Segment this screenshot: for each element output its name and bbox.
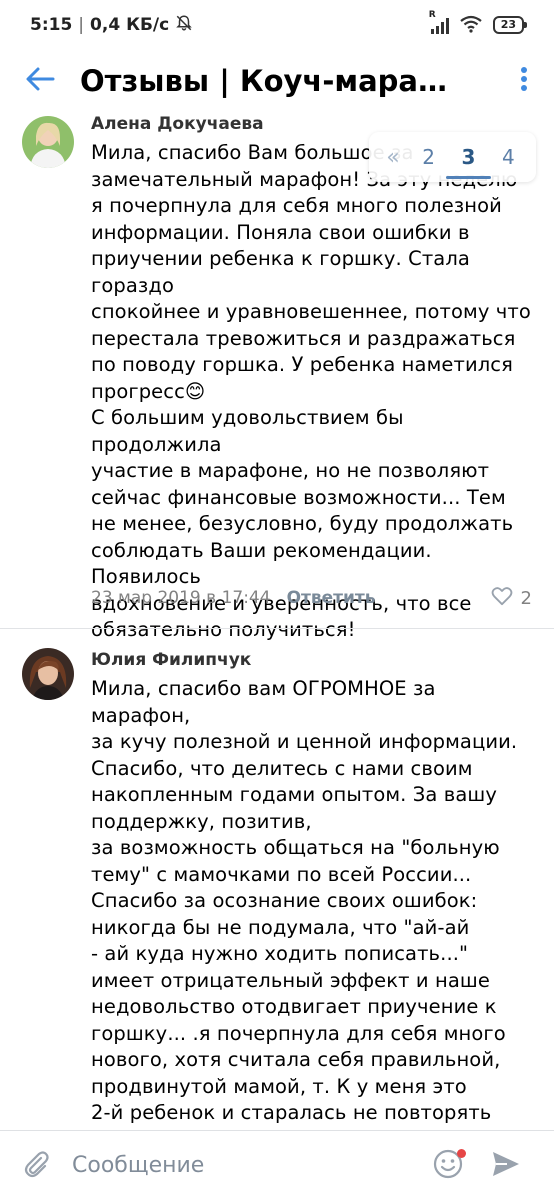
send-icon bbox=[491, 1150, 521, 1182]
page-4-button[interactable]: 4 bbox=[498, 145, 519, 169]
bell-muted-icon bbox=[175, 14, 193, 37]
comment-text: Мила, спасибо Вам большое за замечательн… bbox=[91, 141, 531, 641]
status-separator: | bbox=[78, 15, 85, 35]
heart-icon bbox=[491, 586, 513, 611]
page-2-button[interactable]: 2 bbox=[418, 145, 439, 169]
page-prev-button[interactable]: « bbox=[386, 145, 399, 170]
comment-author[interactable]: Алена Докучаева bbox=[91, 114, 264, 134]
status-time: 5:15 bbox=[30, 15, 73, 35]
send-button[interactable] bbox=[474, 1131, 538, 1200]
message-input-bar bbox=[0, 1130, 554, 1200]
avatar[interactable] bbox=[22, 648, 74, 700]
reply-button[interactable]: Ответить bbox=[287, 588, 376, 608]
avatar[interactable] bbox=[22, 116, 74, 168]
wifi-icon bbox=[459, 15, 483, 36]
comment-date: 23 мар 2019 в 17:44 bbox=[91, 588, 271, 608]
cell-signal-icon: R bbox=[429, 10, 449, 34]
arrow-left-icon bbox=[25, 66, 55, 96]
status-left: 5:15 | 0,4 КБ/с bbox=[30, 14, 193, 37]
comment-divider bbox=[0, 628, 554, 629]
page-title: Отзывы | Коуч-марафо... bbox=[80, 64, 475, 98]
emoji-button[interactable] bbox=[422, 1131, 474, 1200]
header: Отзывы | Коуч-марафо... bbox=[0, 50, 554, 112]
like-count: 2 bbox=[520, 588, 532, 609]
comment-item: Юлия Филипчук Мила, спасибо вам ОГРОМНОЕ… bbox=[0, 630, 554, 1130]
like-button[interactable]: 2 bbox=[491, 586, 532, 611]
more-menu-button[interactable] bbox=[494, 50, 554, 112]
comment-author[interactable]: Юлия Филипчук bbox=[91, 650, 251, 670]
battery-level: 23 bbox=[500, 18, 516, 31]
comment-item: Алена Докучаева Мила, спасибо Вам большо… bbox=[0, 112, 554, 641]
notification-dot bbox=[457, 1148, 466, 1158]
status-right: R 23 bbox=[429, 10, 528, 36]
back-button[interactable] bbox=[0, 50, 80, 112]
pagination: « 2 3 4 bbox=[369, 132, 536, 182]
comment-text: Мила, спасибо вам ОГРОМНОЕ за марафон, з… bbox=[91, 677, 518, 1130]
paperclip-icon bbox=[21, 1149, 51, 1183]
page-3-button[interactable]: 3 bbox=[445, 145, 492, 179]
comments-feed[interactable]: Алена Докучаева Мила, спасибо Вам большо… bbox=[0, 112, 554, 1130]
status-bar: 5:15 | 0,4 КБ/с R 23 bbox=[0, 0, 554, 50]
more-vertical-icon bbox=[520, 66, 528, 96]
message-input[interactable] bbox=[72, 1153, 412, 1178]
comment-meta: 23 мар 2019 в 17:44 Ответить bbox=[91, 588, 376, 608]
battery-icon: 23 bbox=[492, 16, 528, 34]
attach-button[interactable] bbox=[0, 1131, 72, 1200]
network-speed: 0,4 КБ/с bbox=[90, 15, 170, 35]
